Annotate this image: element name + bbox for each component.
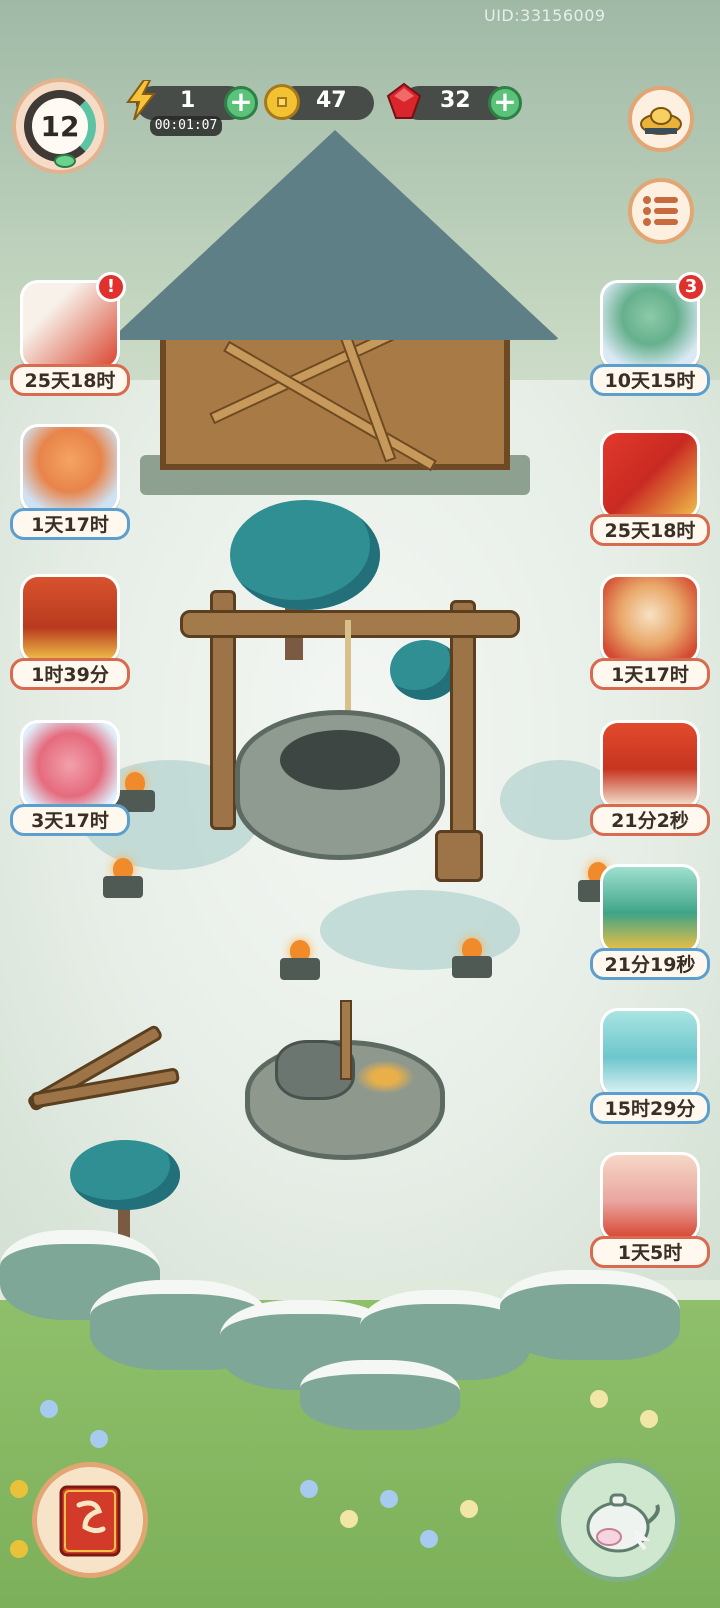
red-cake-icon: [600, 720, 700, 810]
event-gift-box-cat[interactable]: 15时29分: [590, 1008, 710, 1133]
add-energy-button[interactable]: +: [224, 86, 258, 120]
snowy-rock: [500, 1270, 680, 1360]
user-id: UID:33156009: [484, 6, 606, 25]
treasure-shop-button[interactable]: [628, 86, 694, 152]
event-fox-cub[interactable]: 1天17时: [10, 424, 130, 549]
stone-well[interactable]: [180, 570, 520, 930]
flower-lion-icon: [20, 720, 120, 810]
list-icon: [643, 196, 678, 226]
flower: [640, 1410, 658, 1428]
treasure-chest-icon: [20, 574, 120, 664]
brazier: [452, 938, 492, 980]
notification-count-badge: 3: [676, 272, 706, 302]
event-timer-label: 1天5时: [590, 1236, 710, 1268]
event-timer-label: 1天17时: [590, 658, 710, 690]
flower: [460, 1500, 478, 1518]
flower: [40, 1400, 58, 1418]
flower: [340, 1510, 358, 1528]
ruby-value: 32: [440, 88, 471, 113]
event-blossom-scroll[interactable]: ! 25天18时: [10, 272, 130, 405]
flower: [380, 1490, 398, 1508]
ruby-icon: [386, 82, 422, 119]
flower: [300, 1480, 318, 1498]
coin-icon: [264, 84, 300, 120]
red-envelope-icon: [600, 430, 700, 520]
teapot-icon: [586, 1493, 660, 1553]
event-timer-label: 10天15时: [590, 364, 710, 396]
event-cloud-cat[interactable]: 3 10天15时: [590, 272, 710, 405]
pine-tree: [70, 1140, 180, 1210]
teapot-button[interactable]: [556, 1458, 680, 1582]
event-lucky-cat[interactable]: 1天17时: [590, 574, 710, 699]
millstone[interactable]: [245, 1000, 445, 1170]
grain-pile: [355, 1060, 415, 1094]
well-opening: [280, 730, 400, 790]
alert-badge: !: [96, 272, 126, 302]
recipe-book-button[interactable]: [32, 1462, 148, 1578]
player-level-badge[interactable]: 12: [12, 78, 108, 174]
wooden-bucket: [435, 830, 483, 882]
menu-button[interactable]: [628, 178, 694, 244]
energy-timer: 00:01:07: [150, 116, 222, 136]
event-timer-label: 3天17时: [10, 804, 130, 836]
event-red-envelope[interactable]: 25天18时: [590, 430, 710, 555]
event-flower-lion[interactable]: 3天17时: [10, 720, 130, 845]
flower: [420, 1530, 438, 1548]
flower: [90, 1430, 108, 1448]
shop-girl-icon: [600, 1152, 700, 1242]
ruined-hut[interactable]: [110, 110, 560, 500]
event-red-cake[interactable]: 21分2秒: [590, 720, 710, 845]
cat-coin-cart-icon: [600, 864, 700, 954]
event-timer-label: 25天18时: [590, 514, 710, 546]
flower: [10, 1540, 28, 1558]
jade-gem-icon: [54, 154, 76, 168]
lightning-icon: [126, 80, 157, 120]
energy-value: 1: [180, 88, 196, 113]
fox-cub-icon: [20, 424, 120, 514]
event-timer-label: 15时29分: [590, 1092, 710, 1124]
brazier: [103, 858, 143, 900]
level-progress-ring: 12: [24, 90, 96, 162]
coin-value: 47: [316, 88, 347, 113]
gift-box-cat-icon: [600, 1008, 700, 1098]
event-shop-girl[interactable]: 1天5时: [590, 1152, 710, 1277]
brazier: [280, 940, 320, 982]
red-book-icon: [59, 1485, 121, 1557]
millstone-pole: [340, 1000, 352, 1080]
event-treasure-chest[interactable]: 1时39分: [10, 574, 130, 699]
flower: [590, 1390, 608, 1408]
event-cat-coin-cart[interactable]: 21分19秒: [590, 864, 710, 989]
snowy-rock: [300, 1360, 460, 1430]
level-number: 12: [40, 109, 80, 143]
event-timer-label: 25天18时: [10, 364, 130, 396]
lucky-cat-icon: [600, 574, 700, 664]
hut-roof: [110, 130, 560, 340]
flower: [10, 1480, 28, 1498]
event-timer-label: 1时39分: [10, 658, 130, 690]
event-timer-label: 21分19秒: [590, 948, 710, 980]
event-timer-label: 1天17时: [10, 508, 130, 540]
add-ruby-button[interactable]: +: [488, 86, 522, 120]
event-timer-label: 21分2秒: [590, 804, 710, 836]
gold-ingot-icon: [640, 107, 682, 135]
